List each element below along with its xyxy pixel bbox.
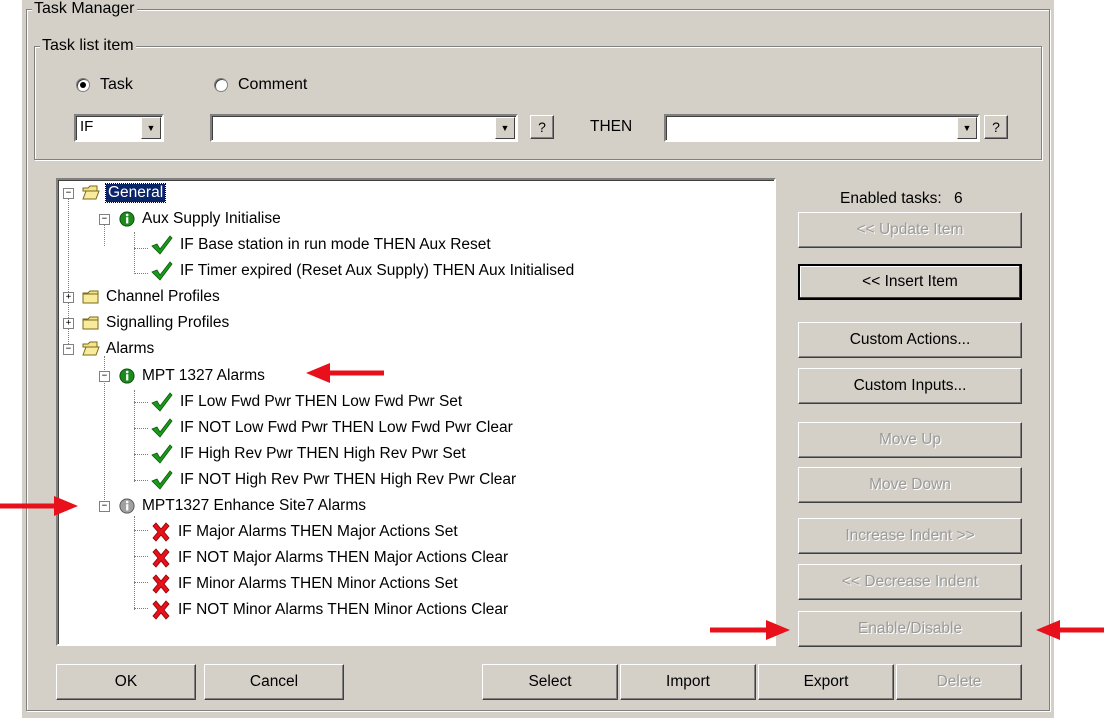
move-up-button[interactable]: Move Up [798, 422, 1022, 458]
move-down-button[interactable]: Move Down [798, 467, 1022, 503]
comment-radio-label: Comment [238, 76, 308, 93]
task-item[interactable]: IF NOT Low Fwd Pwr THEN Low Fwd Pwr Clea… [150, 416, 513, 440]
folder-open-icon [82, 185, 100, 201]
folder-open-icon [82, 341, 100, 357]
output-select[interactable]: ▼ [664, 114, 980, 142]
info-icon [118, 211, 136, 227]
task-radio[interactable]: Task [76, 76, 133, 94]
task-item[interactable]: IF Major Alarms THEN Major Actions Set [150, 520, 458, 544]
task-tree[interactable]: − General − Aux Supply Initialise IF Bas… [56, 178, 776, 646]
expand-icon[interactable]: + [63, 318, 74, 329]
tree-node-enhance-site7[interactable]: MPT1327 Enhance Site7 Alarms [118, 494, 366, 518]
chevron-down-icon[interactable]: ▼ [957, 117, 977, 139]
task-radio-label: Task [100, 76, 133, 93]
task-item-label: IF Low Fwd Pwr THEN Low Fwd Pwr Set [180, 393, 463, 410]
tree-node-label: Signalling Profiles [106, 314, 230, 331]
task-item[interactable]: IF NOT High Rev Pwr THEN High Rev Pwr Cl… [150, 468, 516, 492]
increase-indent-button[interactable]: Increase Indent >> [798, 518, 1022, 554]
tree-node-label: General [104, 183, 167, 203]
cancel-button[interactable]: Cancel [204, 664, 344, 700]
collapse-icon[interactable]: − [99, 371, 110, 382]
radio-unselected-indicator [214, 78, 228, 92]
export-button[interactable]: Export [758, 664, 894, 700]
enabled-check-icon [150, 392, 174, 412]
input-help-button[interactable]: ? [530, 115, 554, 139]
task-item[interactable]: IF Low Fwd Pwr THEN Low Fwd Pwr Set [150, 390, 462, 414]
task-item[interactable]: IF Base station in run mode THEN Aux Res… [150, 233, 491, 257]
task-list-item-group [34, 46, 1042, 160]
task-item[interactable]: IF Timer expired (Reset Aux Supply) THEN… [150, 259, 574, 283]
task-item[interactable]: IF High Rev Pwr THEN High Rev Pwr Set [150, 442, 466, 466]
collapse-icon[interactable]: − [63, 188, 74, 199]
delete-button[interactable]: Delete [896, 664, 1022, 700]
tree-node-label: Aux Supply Initialise [142, 210, 281, 227]
task-item-label: IF Major Alarms THEN Major Actions Set [178, 523, 458, 540]
folder-closed-icon [82, 289, 100, 305]
chevron-down-icon[interactable]: ▼ [141, 117, 161, 139]
folder-closed-icon [82, 315, 100, 331]
custom-actions-button[interactable]: Custom Actions... [798, 322, 1022, 358]
info-icon [118, 368, 136, 384]
tree-node-general[interactable]: General [82, 181, 167, 205]
enabled-check-icon [150, 470, 174, 490]
tree-node-label: MPT 1327 Alarms [142, 367, 265, 384]
output-help-button[interactable]: ? [984, 115, 1008, 139]
enabled-check-icon [150, 418, 174, 438]
insert-item-button[interactable]: << Insert Item [798, 264, 1022, 300]
tree-node-label: Alarms [106, 340, 155, 357]
info-disabled-icon [118, 498, 136, 514]
collapse-icon[interactable]: − [99, 501, 110, 512]
task-item-label: IF NOT Low Fwd Pwr THEN Low Fwd Pwr Clea… [180, 419, 513, 436]
select-button[interactable]: Select [482, 664, 618, 700]
enabled-tasks-label: Enabled tasks: [840, 190, 942, 207]
task-item-label: IF NOT Major Alarms THEN Major Actions C… [178, 549, 509, 566]
enabled-check-icon [150, 444, 174, 464]
task-item-label: IF Base station in run mode THEN Aux Res… [180, 236, 491, 253]
collapse-icon[interactable]: − [99, 214, 110, 225]
disabled-cross-icon [150, 600, 172, 620]
task-item-label: IF Timer expired (Reset Aux Supply) THEN… [180, 262, 575, 279]
task-item-label: IF NOT High Rev Pwr THEN High Rev Pwr Cl… [180, 471, 517, 488]
ok-button[interactable]: OK [56, 664, 196, 700]
task-manager-title: Task Manager [32, 0, 137, 18]
task-item[interactable]: IF NOT Major Alarms THEN Major Actions C… [150, 546, 508, 570]
collapse-icon[interactable]: − [63, 344, 74, 355]
tree-node-aux-supply[interactable]: Aux Supply Initialise [118, 207, 281, 231]
enable-disable-button[interactable]: Enable/Disable [798, 611, 1022, 647]
tree-node-label: Channel Profiles [106, 288, 220, 305]
disabled-cross-icon [150, 522, 172, 542]
tree-node-mpt1327-alarms[interactable]: MPT 1327 Alarms [118, 364, 265, 388]
condition-select[interactable]: IF ▼ [74, 114, 164, 142]
task-item[interactable]: IF Minor Alarms THEN Minor Actions Set [150, 572, 458, 596]
input-select[interactable]: ▼ [210, 114, 518, 142]
condition-select-value: IF [80, 118, 94, 135]
tree-node-signalling-profiles[interactable]: Signalling Profiles [82, 311, 229, 335]
chevron-down-icon[interactable]: ▼ [495, 117, 515, 139]
import-button[interactable]: Import [620, 664, 756, 700]
custom-inputs-button[interactable]: Custom Inputs... [798, 368, 1022, 404]
expand-icon[interactable]: + [63, 292, 74, 303]
update-item-button[interactable]: << Update Item [798, 212, 1022, 248]
comment-radio[interactable]: Comment [214, 76, 307, 94]
disabled-cross-icon [150, 548, 172, 568]
radio-selected-indicator [76, 78, 90, 92]
decrease-indent-button[interactable]: << Decrease Indent [798, 564, 1022, 600]
enabled-check-icon [150, 261, 174, 281]
tree-node-channel-profiles[interactable]: Channel Profiles [82, 285, 220, 309]
task-item-label: IF High Rev Pwr THEN High Rev Pwr Set [180, 445, 466, 462]
task-list-item-legend: Task list item [40, 37, 136, 55]
enabled-tasks-count: 6 [954, 190, 963, 207]
tree-node-alarms[interactable]: Alarms [82, 337, 154, 361]
tree-node-label: MPT1327 Enhance Site7 Alarms [142, 497, 367, 514]
task-item[interactable]: IF NOT Minor Alarms THEN Minor Actions C… [150, 598, 508, 622]
task-item-label: IF NOT Minor Alarms THEN Minor Actions C… [178, 601, 509, 618]
task-manager-panel: Task Manager Task list item Task Comment… [22, 0, 1054, 718]
enabled-check-icon [150, 235, 174, 255]
disabled-cross-icon [150, 574, 172, 594]
task-item-label: IF Minor Alarms THEN Minor Actions Set [178, 575, 458, 592]
enabled-tasks-counter: Enabled tasks: 6 [840, 190, 963, 208]
then-label: THEN [590, 118, 633, 135]
